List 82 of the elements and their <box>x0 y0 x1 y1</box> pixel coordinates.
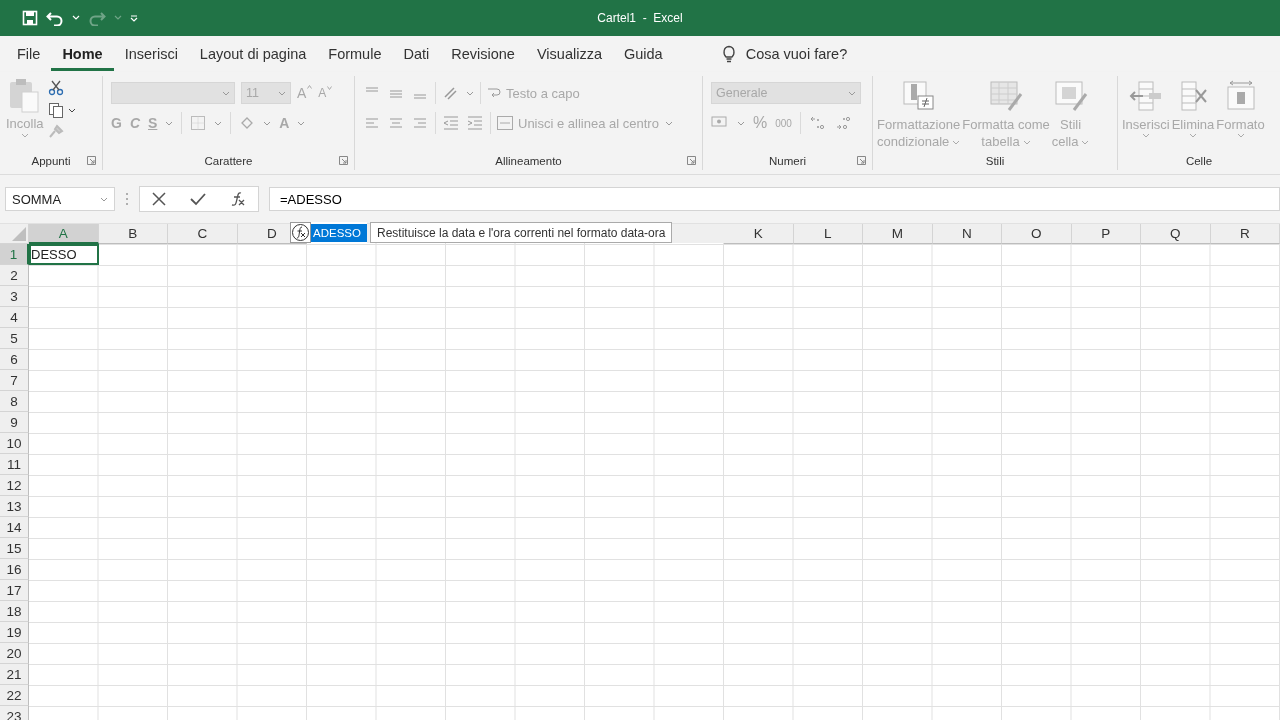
check-icon[interactable] <box>190 192 206 206</box>
row-header[interactable]: 1 <box>0 244 29 265</box>
row-header[interactable]: 9 <box>0 412 29 433</box>
row-header[interactable]: 17 <box>0 580 29 601</box>
group-label: Appunti <box>31 155 71 167</box>
ribbon-tab[interactable]: Layout di pagina <box>188 37 318 71</box>
column-header[interactable]: R <box>1210 224 1280 244</box>
ribbon-tab[interactable]: Revisione <box>440 37 526 71</box>
ribbon-tab[interactable]: Dati <box>392 37 441 71</box>
row-header[interactable]: 18 <box>0 601 29 622</box>
row-header[interactable]: 15 <box>0 538 29 559</box>
row-header[interactable]: 14 <box>0 517 29 538</box>
group-label: Allineamento <box>495 155 562 167</box>
ribbon-tab[interactable]: Formule <box>317 37 393 71</box>
row-header[interactable]: 20 <box>0 643 29 664</box>
caret-icon <box>307 85 313 89</box>
row-header[interactable]: 16 <box>0 559 29 580</box>
caret-icon <box>1189 133 1197 138</box>
column-header[interactable]: L <box>793 224 863 244</box>
function-icon[interactable] <box>230 191 246 207</box>
row-header[interactable]: 13 <box>0 496 29 517</box>
column-header[interactable]: P <box>1071 224 1141 244</box>
corner-header[interactable] <box>0 224 29 244</box>
insert-cells-icon <box>1128 80 1163 112</box>
row-header[interactable]: 23 <box>0 706 29 720</box>
close-icon[interactable] <box>152 192 166 206</box>
row-header[interactable]: 3 <box>0 286 29 307</box>
row-header[interactable]: 10 <box>0 433 29 454</box>
ribbon-tab[interactable]: Guida <box>612 37 674 71</box>
save-icon[interactable] <box>22 10 38 26</box>
column-header[interactable]: A <box>29 224 99 244</box>
row-header[interactable]: 19 <box>0 622 29 643</box>
ribbon-tab[interactable]: Inserisci <box>113 37 189 71</box>
conditional-format-icon <box>901 80 936 112</box>
row-header[interactable]: 4 <box>0 307 29 328</box>
group-label: Celle <box>1185 155 1213 167</box>
cell-styles-icon <box>1053 80 1088 112</box>
row-header[interactable]: 21 <box>0 664 29 685</box>
row-header[interactable]: 8 <box>0 391 29 412</box>
group-label: Numeri <box>768 155 807 167</box>
row-header[interactable]: 11 <box>0 454 29 475</box>
undo-icon[interactable] <box>46 10 64 26</box>
row-header[interactable]: 7 <box>0 370 29 391</box>
tell-me-field[interactable]: Cosa vuoi fare? <box>745 44 876 64</box>
column-header[interactable]: N <box>932 224 1002 244</box>
lightbulb-icon <box>721 45 736 63</box>
caret-icon <box>20 133 29 138</box>
tooltip: Restituisce la data e l'ora correnti nel formato data-ora <box>370 222 673 243</box>
row-header[interactable]: 22 <box>0 685 29 706</box>
column-header[interactable]: K <box>724 224 794 244</box>
column-header[interactable]: B <box>98 224 168 244</box>
caret-icon <box>952 140 961 146</box>
ribbon-tab[interactable]: Visualizza <box>525 37 613 71</box>
caret-icon <box>1081 140 1090 146</box>
select-all-icon[interactable] <box>12 227 26 241</box>
column-header[interactable]: C <box>168 224 238 244</box>
group-label: Carattere <box>204 155 253 167</box>
row-header[interactable]: 6 <box>0 349 29 370</box>
row-header[interactable]: 5 <box>0 328 29 349</box>
customize-icon[interactable] <box>130 14 138 22</box>
caret-icon <box>1022 140 1031 146</box>
table-cell: DESSO <box>29 244 99 265</box>
autocomplete-item[interactable]: ADESSO <box>311 223 367 242</box>
row-header[interactable]: 12 <box>0 475 29 496</box>
drag-handle-icon[interactable] <box>125 192 129 206</box>
clipboard-icon <box>7 78 42 114</box>
caret-icon <box>1236 133 1245 138</box>
name-box[interactable]: SOMMA <box>5 187 115 211</box>
merge-icon <box>497 116 513 130</box>
caret-icon <box>1141 133 1150 138</box>
ribbon-tab[interactable]: File <box>6 37 52 71</box>
table-format-icon <box>989 80 1023 112</box>
formula-field[interactable]: =ADESSO <box>269 187 1280 211</box>
column-header[interactable]: Q <box>1141 224 1211 244</box>
row-header[interactable]: 2 <box>0 265 29 286</box>
caret-icon <box>327 86 333 90</box>
group-label: Stili <box>985 155 1005 167</box>
column-header[interactable]: O <box>1002 224 1072 244</box>
redo-icon[interactable] <box>88 10 106 26</box>
window-title: Cartel1 - Excel <box>597 11 683 25</box>
column-header[interactable]: M <box>863 224 933 244</box>
wrap-text-icon <box>487 86 501 100</box>
